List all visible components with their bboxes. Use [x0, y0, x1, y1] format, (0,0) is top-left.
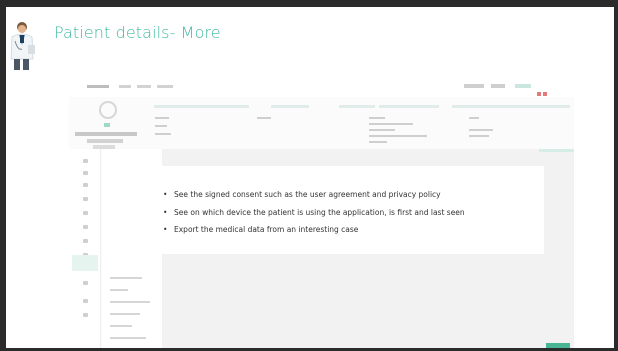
nav-item: [137, 85, 151, 88]
feature-callout: See the signed consent such as the user …: [157, 166, 544, 254]
sub-nav-item: [110, 313, 140, 315]
info-row: [155, 117, 169, 119]
sidebar-icon: [83, 239, 88, 243]
sidebar-icon: [83, 211, 88, 215]
app-logo: [87, 85, 109, 88]
sidebar-icon: [83, 299, 88, 303]
sub-nav-item: [110, 337, 146, 339]
patient-name: [75, 132, 137, 136]
sidebar-icon: [83, 183, 88, 187]
sub-navigation: [102, 149, 162, 348]
info-row: [469, 129, 493, 131]
sub-nav-item: [110, 277, 142, 279]
info-row: [369, 135, 427, 137]
app-sidebar: [69, 149, 101, 348]
info-row: [369, 117, 385, 119]
info-row: [369, 129, 395, 131]
sub-nav-item: [110, 325, 132, 327]
sub-nav-item: [110, 301, 150, 303]
doctor-illustration: [10, 22, 35, 70]
slide-title: Patient details- More: [54, 23, 221, 42]
sub-nav-item: [110, 289, 128, 291]
sidebar-icon: [83, 197, 88, 201]
sidebar-icon: [83, 159, 88, 163]
sidebar-item-active: [72, 255, 98, 271]
info-row: [155, 133, 171, 135]
feature-list: See the signed consent such as the user …: [163, 190, 465, 243]
slide: Patient details- More • See the signed c…: [6, 7, 614, 348]
nav-item: [157, 85, 173, 88]
sidebar-icon: [83, 281, 88, 285]
nav-item: [119, 85, 131, 88]
feature-bullet: Export the medical data from an interest…: [163, 225, 465, 236]
online-indicator: [104, 123, 110, 127]
feature-bullet: See on which device the patient is using…: [163, 208, 465, 219]
header-link: [464, 84, 484, 88]
header-link: [515, 84, 531, 88]
info-row: [369, 141, 387, 143]
info-row: [155, 125, 167, 127]
export-button: [546, 343, 570, 348]
sidebar-icon: [83, 171, 88, 175]
field-divider: [379, 105, 439, 108]
field-divider: [271, 105, 309, 108]
header-link: [491, 84, 505, 88]
feature-bullet: See the signed consent such as the user …: [163, 190, 465, 201]
content-tab-indicator: [539, 149, 574, 152]
info-row: [257, 117, 271, 119]
info-row: [469, 117, 479, 119]
header-alert: [537, 83, 563, 96]
field-divider: [154, 105, 249, 108]
app-header: [69, 77, 574, 97]
field-divider: [339, 105, 375, 108]
sidebar-icon: [83, 225, 88, 229]
patient-avatar: [99, 101, 117, 119]
field-divider: [452, 105, 570, 108]
sidebar-icon: [83, 313, 88, 317]
info-row: [369, 123, 413, 125]
info-row: [469, 135, 489, 137]
patient-subtext: [87, 139, 123, 143]
